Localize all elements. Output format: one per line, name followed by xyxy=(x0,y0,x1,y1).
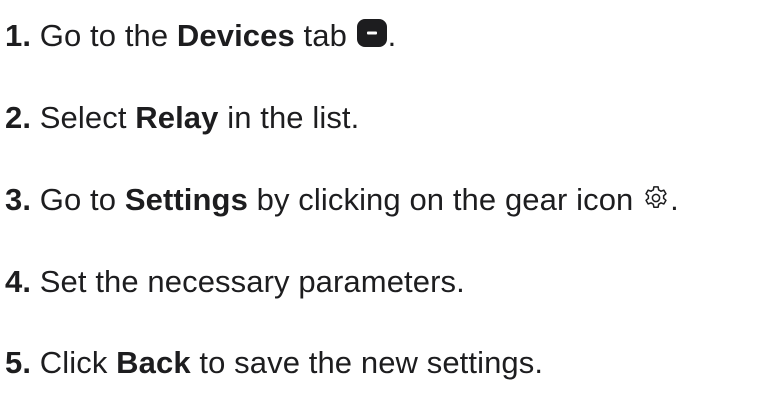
step-text: Click xyxy=(39,345,117,380)
step-number: 1. xyxy=(5,18,32,53)
step-text: . xyxy=(387,18,397,53)
step-text: . xyxy=(670,182,679,217)
devices-tab-icon xyxy=(356,18,388,48)
back-button-name: Back xyxy=(116,345,191,380)
step-4: 4. Set the necessary parameters. xyxy=(5,262,465,302)
step-number: 3. xyxy=(5,182,32,217)
step-1: 1. Go to the Devices tab . xyxy=(5,16,396,56)
step-text: by clicking on the gear icon xyxy=(247,182,643,217)
step-text: Select xyxy=(39,100,136,135)
step-number: 5. xyxy=(5,345,32,380)
devices-tab-name: Devices xyxy=(176,18,295,53)
relay-device-name: Relay xyxy=(135,100,219,135)
step-text: in the list. xyxy=(218,100,360,135)
instruction-steps: 1. Go to the Devices tab . 2. Select Rel… xyxy=(5,0,781,394)
step-2: 2. Select Relay in the list. xyxy=(5,98,359,138)
step-text: to save the new settings. xyxy=(190,345,544,380)
gear-icon xyxy=(642,184,670,212)
step-5: 5. Click Back to save the new settings. xyxy=(5,343,543,383)
step-text: Go to xyxy=(39,182,125,217)
step-number: 2. xyxy=(5,100,32,135)
step-text: Go to the xyxy=(39,18,177,53)
step-text: tab xyxy=(294,18,347,53)
settings-name: Settings xyxy=(124,182,248,217)
step-text: Set the necessary parameters. xyxy=(39,264,465,299)
step-number: 4. xyxy=(5,264,32,299)
step-3: 3. Go to Settings by clicking on the gea… xyxy=(5,180,679,220)
